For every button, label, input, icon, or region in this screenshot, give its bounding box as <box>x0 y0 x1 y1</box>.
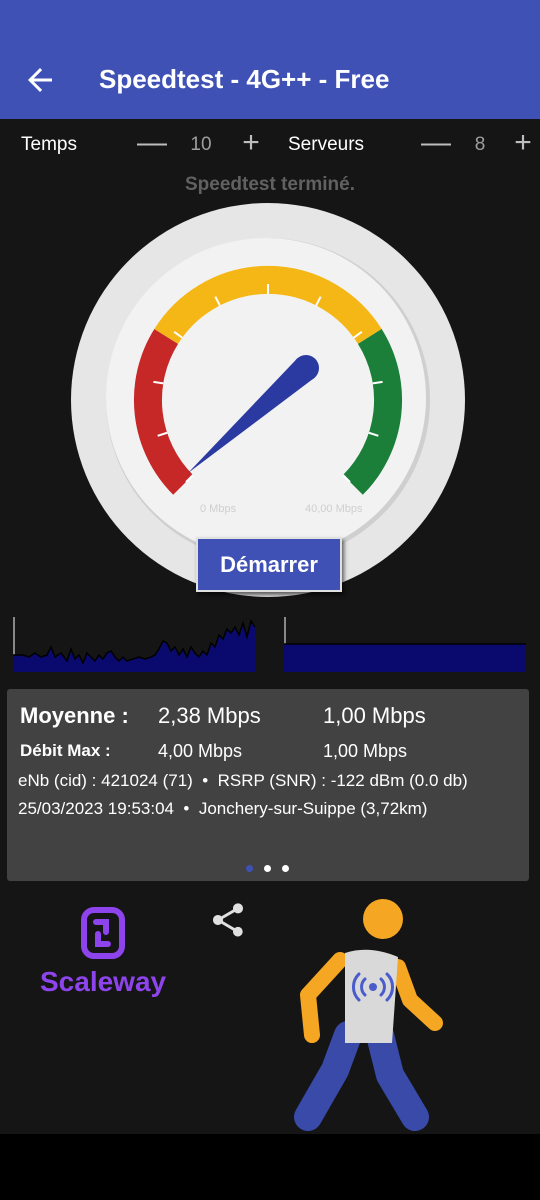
servers-label: Serveurs <box>288 134 365 155</box>
app-bar: Speedtest - 4G++ - Free <box>0 0 540 119</box>
cell-info: eNb (cid) : 421024 (71) • RSRP (SNR) : -… <box>18 771 468 790</box>
page-dot-2[interactable] <box>264 865 271 872</box>
max-upload: 1,00 Mbps <box>323 741 408 761</box>
scaleway-logo-text: Scaleway <box>40 966 167 997</box>
scaleway-logo-icon[interactable] <box>38 906 128 964</box>
share-icon[interactable] <box>208 900 248 940</box>
time-value: 10 <box>190 134 212 155</box>
date-location: 25/03/2023 19:53:04 • Jonchery-sur-Suipp… <box>18 799 428 818</box>
upload-graph <box>284 617 526 672</box>
upload-graph-area <box>284 644 526 672</box>
servers-increase-button[interactable]: + <box>508 128 538 158</box>
max-label: Débit Max : <box>20 741 111 760</box>
gauge-min-label: 0 Mbps <box>200 503 237 515</box>
page-dot-1[interactable] <box>246 865 253 872</box>
download-graph-area <box>13 621 255 672</box>
max-download: 4,00 Mbps <box>158 741 243 761</box>
download-graph <box>13 617 256 672</box>
servers-value: 8 <box>474 134 486 155</box>
time-label: Temps <box>21 134 77 155</box>
page-dot-3[interactable] <box>282 865 289 872</box>
gauge-max-label: 40,00 Mbps <box>305 503 363 515</box>
average-label: Moyenne : <box>20 703 129 728</box>
gauge-needle-head <box>293 355 319 381</box>
servers-decrease-button[interactable]: — <box>421 128 451 158</box>
time-decrease-button[interactable]: — <box>137 128 167 158</box>
average-upload: 1,00 Mbps <box>323 703 426 728</box>
page-title: Speedtest - 4G++ - Free <box>99 64 390 94</box>
walking-person-icon <box>294 899 443 1131</box>
start-button[interactable]: Démarrer <box>196 537 342 592</box>
average-download: 2,38 Mbps <box>158 703 261 728</box>
results-panel: Moyenne : 2,38 Mbps 1,00 Mbps Débit Max … <box>7 689 529 881</box>
arrow-left-icon[interactable] <box>22 62 58 98</box>
time-increase-button[interactable]: + <box>236 128 266 158</box>
